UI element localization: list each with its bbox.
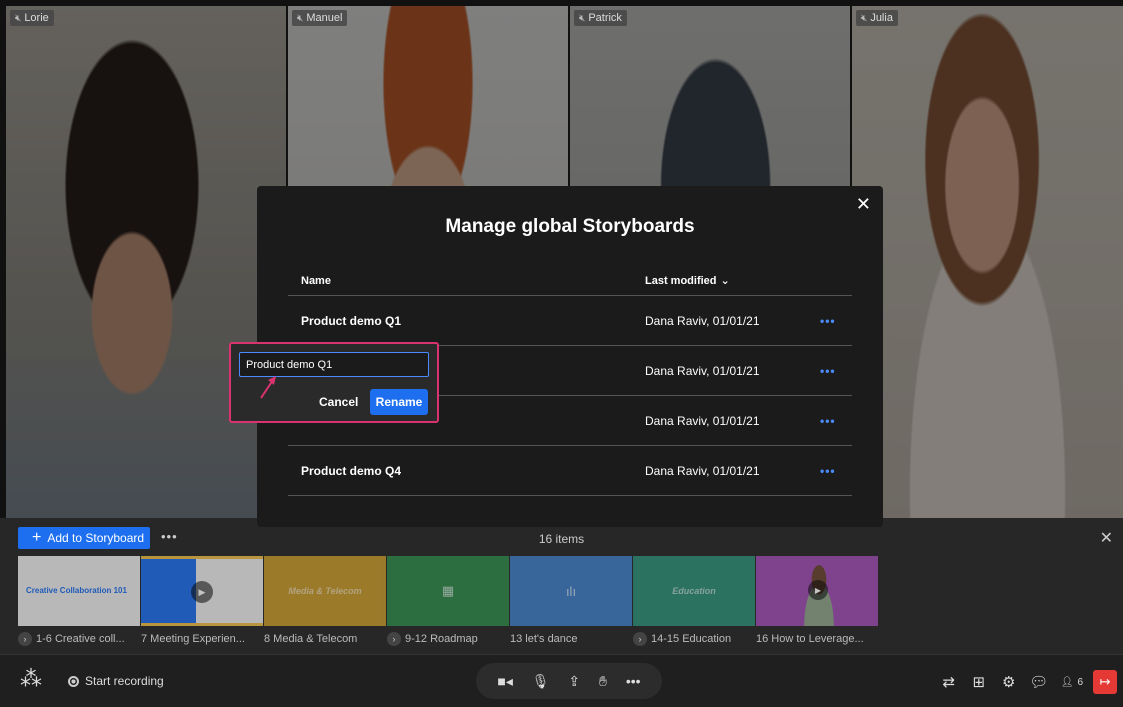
row-more-icon[interactable]: ••• <box>820 414 836 428</box>
table-icon: ▦ <box>441 583 455 598</box>
chevron-down-icon: ⌄ <box>720 275 730 287</box>
storyboard-label[interactable]: 16 How to Leverage... <box>756 630 878 648</box>
video-tile-julia[interactable]: 🔇︎ Julia <box>852 6 1123 518</box>
rename-popover: Cancel Rename <box>229 342 439 423</box>
mic-off-icon: 🔇︎ <box>861 12 868 24</box>
mic-off-icon: 🔇︎ <box>15 12 22 24</box>
storyboard-label[interactable]: 7 Meeting Experien... <box>141 630 263 648</box>
storyboard-name: Product demo Q4 <box>301 463 402 478</box>
share-screen-icon[interactable]: ⇪ <box>568 673 580 690</box>
storyboard-item[interactable]: Education <box>633 556 755 626</box>
chevron-right-icon[interactable]: › <box>633 632 647 646</box>
leave-meeting-button[interactable]: ↦ <box>1093 670 1117 694</box>
table-row[interactable]: Product demo Q4 Dana Raviv, 01/01/21 ••• <box>288 446 852 496</box>
chevron-right-icon[interactable]: › <box>18 632 32 646</box>
cancel-button[interactable]: Cancel <box>319 395 358 409</box>
row-more-icon[interactable]: ••• <box>820 464 836 478</box>
start-recording-button[interactable]: Start recording <box>68 674 164 688</box>
right-controls: ⇄ ⊞ ⚙︎ 💬︎ 👤︎ 6 ↦ <box>935 665 1123 699</box>
meeting-controls: ⁂ Start recording ■◂ 🎙︎ ⇪ ✋︎ ••• ⇄ ⊞ ⚙︎ … <box>0 654 1123 707</box>
participant-name-tag: 🔇︎ Patrick <box>574 10 627 26</box>
video-tile-lorie[interactable]: 🔇︎ Lorie <box>6 6 286 518</box>
row-more-icon[interactable]: ••• <box>820 314 836 328</box>
participant-name-tag: 🔇︎ Julia <box>856 10 898 26</box>
storyboard-name: Product demo Q1 <box>301 313 402 328</box>
storyboard-label[interactable]: › 1-6 Creative coll... <box>18 630 140 648</box>
items-count: 16 items <box>538 532 585 546</box>
record-icon <box>68 675 79 687</box>
participants-button[interactable]: 👤︎ 6 <box>1061 677 1083 688</box>
storyboard-panel: + Add to Storyboard ••• 16 items ✕ Creat… <box>0 518 1123 654</box>
pointer-arrow-icon <box>260 376 276 399</box>
person-icon: 👤︎ <box>1060 676 1074 688</box>
storyboard-label[interactable]: 13 let's dance <box>510 630 632 648</box>
storyboard-label[interactable]: › 14-15 Education <box>633 630 755 648</box>
camera-icon[interactable]: ■◂ <box>497 673 512 690</box>
play-icon: ▶ <box>191 581 213 603</box>
microphone-icon[interactable]: 🎙︎ <box>532 673 550 690</box>
participant-name-tag: 🔇︎ Lorie <box>10 10 54 26</box>
table-row[interactable]: Product demo Q1 Dana Raviv, 01/01/21 ••• <box>288 296 852 346</box>
thumbnail-caption: Education <box>672 586 716 596</box>
mic-off-icon: 🔇︎ <box>579 12 586 24</box>
chevron-right-icon[interactable]: › <box>387 632 401 646</box>
storyboard-item[interactable]: ▶ <box>141 556 263 626</box>
more-options-icon[interactable]: ••• <box>626 673 641 689</box>
app-logo-icon: ⁂ <box>20 666 42 691</box>
storyboard-label[interactable]: › 9-12 Roadmap <box>387 630 509 648</box>
audio-icon: ılı <box>565 583 577 599</box>
mic-off-icon: 🔇︎ <box>297 12 304 24</box>
storyboard-item[interactable]: ▦ <box>387 556 509 626</box>
grid-layout-icon[interactable]: ⊞ <box>965 673 993 691</box>
thumbnail-title: Creative Collaboration 101 <box>26 586 127 595</box>
chat-icon[interactable]: 💬︎ <box>1025 673 1053 691</box>
switch-icon[interactable]: ⇄ <box>935 673 963 691</box>
table-header: Name Last modified ⌄ <box>288 266 852 296</box>
row-more-icon[interactable]: ••• <box>820 364 836 378</box>
last-modified: Dana Raviv, 01/01/21 <box>645 463 760 478</box>
play-icon: ▶ <box>808 580 828 600</box>
participant-name-tag: 🔇︎ Manuel <box>292 10 348 26</box>
close-storyboard-icon[interactable]: ✕ <box>1100 528 1113 548</box>
storyboard-labels: › 1-6 Creative coll... 7 Meeting Experie… <box>18 630 878 648</box>
raise-hand-icon[interactable]: ✋︎ <box>599 673 607 690</box>
settings-gear-icon[interactable]: ⚙︎ <box>995 673 1023 691</box>
storyboard-thumbnails: Creative Collaboration 101 ▶ Media & Tel… <box>18 556 878 626</box>
last-modified: Dana Raviv, 01/01/21 <box>645 363 760 378</box>
column-name: Name <box>301 274 331 287</box>
last-modified: Dana Raviv, 01/01/21 <box>645 313 760 328</box>
column-last-modified[interactable]: Last modified ⌄ <box>645 274 730 288</box>
storyboard-item[interactable]: ▶ <box>756 556 878 626</box>
storyboard-item[interactable]: ılı <box>510 556 632 626</box>
rename-button[interactable]: Rename <box>370 389 428 415</box>
close-modal-icon[interactable]: ✕ <box>856 194 871 215</box>
thumbnail-caption: Media & Telecom <box>288 586 362 596</box>
storyboard-item[interactable]: Creative Collaboration 101 <box>18 556 140 626</box>
storyboard-item[interactable]: Media & Telecom <box>264 556 386 626</box>
storyboard-label[interactable]: 8 Media & Telecom <box>264 630 386 648</box>
modal-title: Manage global Storyboards <box>445 216 695 237</box>
media-controls: ■◂ 🎙︎ ⇪ ✋︎ ••• <box>476 663 662 699</box>
last-modified: Dana Raviv, 01/01/21 <box>645 413 760 428</box>
